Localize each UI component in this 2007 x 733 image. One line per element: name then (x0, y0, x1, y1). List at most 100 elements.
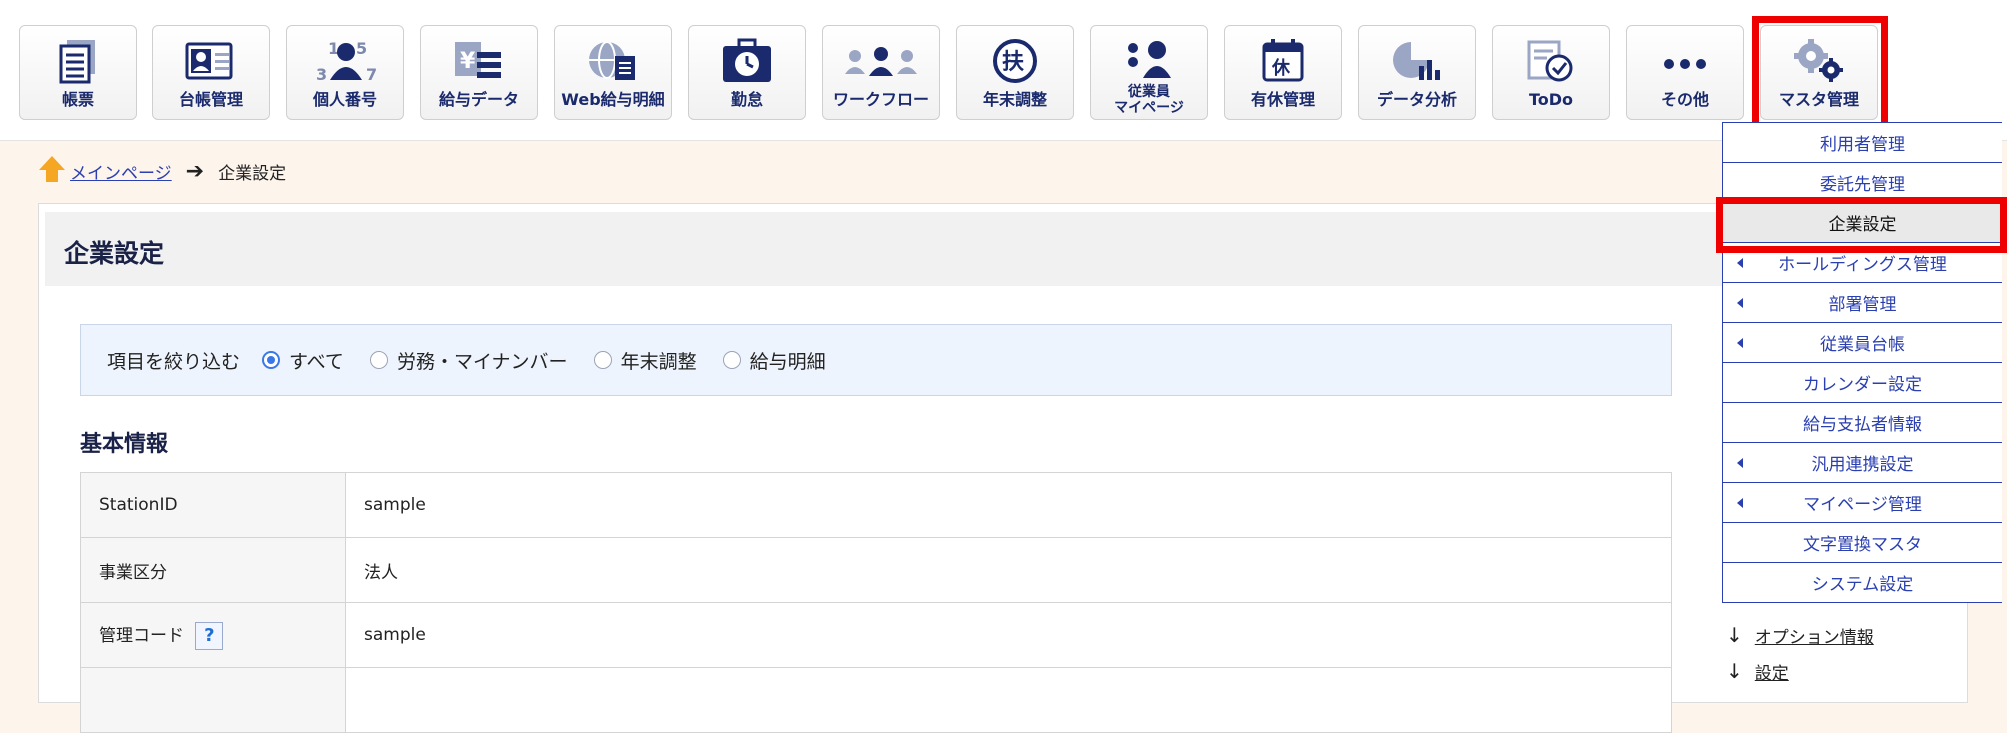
settings-link[interactable]: 設定 (1755, 659, 1789, 684)
menu-item-system-settings[interactable]: システム設定 (1723, 563, 2002, 603)
toolbar-button-employee-mypage[interactable]: 従業員 マイページ (1090, 25, 1208, 120)
menu-item-label: 部署管理 (1828, 295, 1897, 315)
filter-radio-all[interactable]: すべて (262, 347, 344, 374)
filter-radio-payslip[interactable]: 給与明細 (722, 347, 826, 374)
svg-text:5: 5 (356, 39, 367, 58)
side-link-row: ↓ 設定 (1726, 653, 1874, 689)
svg-text:休: 休 (1271, 57, 1291, 79)
menu-item-label: システム設定 (1811, 575, 1914, 595)
row-value: 法人 (345, 537, 1672, 603)
toolbar-button-others[interactable]: その他 (1626, 25, 1744, 120)
toolbar-button-attendance[interactable]: 勤怠 (688, 25, 806, 120)
breadcrumb-home-link[interactable]: メインページ (70, 159, 172, 184)
arrow-right-icon: ➔ (185, 158, 205, 184)
todo-check-icon (1493, 36, 1609, 86)
help-icon[interactable]: ? (195, 621, 224, 650)
radio-icon[interactable] (593, 351, 612, 369)
document-list-icon (20, 36, 136, 86)
filter-radio-labor[interactable]: 労務・マイナンバー (369, 347, 568, 374)
toolbar-button-personal-number[interactable]: 1537 個人番号 (286, 25, 404, 120)
row-key: StationID (80, 472, 346, 538)
radio-icon[interactable] (369, 351, 388, 369)
menu-item-holdings-management[interactable]: ホールディングス管理 (1723, 243, 2002, 283)
row-key: 管理コード (99, 625, 184, 646)
toolbar-button-ledger[interactable]: 台帳管理 (152, 25, 270, 120)
menu-item-mypage-management[interactable]: マイページ管理 (1723, 483, 2002, 523)
table-row (80, 667, 1672, 733)
home-icon (38, 154, 66, 189)
row-key-cell: 管理コード ? (80, 602, 346, 668)
id-card-icon (153, 36, 269, 86)
row-key: 事業区分 (80, 537, 346, 603)
caret-left-icon (1737, 298, 1743, 308)
toolbar-button-forms[interactable]: 帳票 (19, 25, 137, 120)
top-toolbar: 帳票 台帳管理 1537 個人番号 ¥ 給与データ Web給与明細 勤怠 ワーク (0, 0, 2007, 141)
toolbar-button-year-end[interactable]: 扶 年末調整 (956, 25, 1074, 120)
employee-page-icon (1091, 36, 1207, 86)
main-panel: 企業設定 項目を絞り込む すべて 労務・マイナンバー 年末調整 給与明細 基本情… (38, 203, 1968, 733)
menu-item-label: 給与支払者情報 (1803, 415, 1922, 435)
toolbar-button-paid-leave[interactable]: 休 有休管理 (1224, 25, 1342, 120)
toolbar-button-master[interactable]: マスタ管理 (1760, 25, 1878, 120)
menu-item-company-settings[interactable]: 企業設定 (1723, 203, 2002, 243)
svg-text:1: 1 (328, 39, 339, 58)
gears-icon (1761, 36, 1877, 86)
menu-item-label: マイページ管理 (1803, 495, 1922, 515)
radio-label: 年末調整 (620, 350, 697, 373)
radio-icon[interactable] (722, 351, 741, 369)
menu-item-user-management[interactable]: 利用者管理 (1723, 123, 2002, 163)
toolbar-label: Web給与明細 (561, 90, 665, 109)
toolbar-label: ToDo (1528, 90, 1574, 109)
toolbar-label: その他 (1660, 90, 1709, 109)
calendar-holiday-icon: 休 (1225, 36, 1341, 86)
row-key (80, 667, 346, 733)
arrow-down-icon: ↓ (1726, 623, 1743, 647)
basic-info-table: StationID sample 事業区分 法人 管理コード ? sample (80, 472, 1672, 733)
person-number-icon: 1537 (287, 36, 403, 86)
side-link-row: ↓ オプション情報 (1726, 617, 1874, 653)
toolbar-button-salary-data[interactable]: ¥ 給与データ (420, 25, 538, 120)
filter-radio-year-end[interactable]: 年末調整 (593, 347, 697, 374)
svg-text:¥: ¥ (460, 49, 476, 74)
svg-text:3: 3 (316, 65, 327, 84)
svg-text:扶: 扶 (1002, 50, 1024, 75)
breadcrumb: メインページ ➔ 企業設定 (38, 154, 287, 189)
toolbar-label: ワークフロー (832, 90, 929, 109)
yen-data-icon: ¥ (421, 36, 537, 86)
menu-item-contractor-management[interactable]: 委託先管理 (1723, 163, 2002, 203)
row-value: sample (345, 472, 1672, 538)
chart-analysis-icon (1359, 36, 1475, 86)
globe-document-icon (555, 36, 671, 86)
more-dots-icon (1627, 36, 1743, 86)
toolbar-button-web-payslip[interactable]: Web給与明細 (554, 25, 672, 120)
radio-label: すべて (289, 350, 344, 373)
menu-item-employee-ledger[interactable]: 従業員台帳 (1723, 323, 2002, 363)
option-info-link[interactable]: オプション情報 (1755, 623, 1874, 648)
menu-item-calendar-settings[interactable]: カレンダー設定 (1723, 363, 2002, 403)
menu-item-label: 企業設定 (1828, 215, 1897, 235)
menu-item-character-replace-master[interactable]: 文字置換マスタ (1723, 523, 2002, 563)
toolbar-button-workflow[interactable]: ワークフロー (822, 25, 940, 120)
row-value (345, 667, 1672, 733)
fu-circle-icon: 扶 (957, 36, 1073, 86)
row-value: sample (345, 602, 1672, 668)
breadcrumb-current: 企業設定 (218, 163, 287, 184)
menu-item-label: 委託先管理 (1820, 175, 1905, 195)
svg-text:7: 7 (366, 65, 377, 84)
toolbar-button-todo[interactable]: ToDo (1492, 25, 1610, 120)
radio-label: 給与明細 (749, 350, 826, 373)
toolbar-label: 有休管理 (1250, 90, 1315, 109)
menu-item-payer-info[interactable]: 給与支払者情報 (1723, 403, 2002, 443)
menu-item-label: ホールディングス管理 (1778, 255, 1947, 275)
menu-item-department-management[interactable]: 部署管理 (1723, 283, 2002, 323)
menu-item-label: 利用者管理 (1820, 135, 1905, 155)
filter-label: 項目を絞り込む (107, 350, 241, 373)
toolbar-label: 台帳管理 (178, 90, 243, 109)
menu-item-integration-settings[interactable]: 汎用連携設定 (1723, 443, 2002, 483)
menu-item-label: 文字置換マスタ (1803, 535, 1922, 555)
toolbar-label: マスタ管理 (1778, 90, 1859, 109)
toolbar-button-data-analysis[interactable]: データ分析 (1358, 25, 1476, 120)
radio-selected-icon[interactable] (262, 351, 281, 369)
page-header: 企業設定 (45, 212, 1961, 286)
filter-bar: 項目を絞り込む すべて 労務・マイナンバー 年末調整 給与明細 (80, 324, 1672, 396)
